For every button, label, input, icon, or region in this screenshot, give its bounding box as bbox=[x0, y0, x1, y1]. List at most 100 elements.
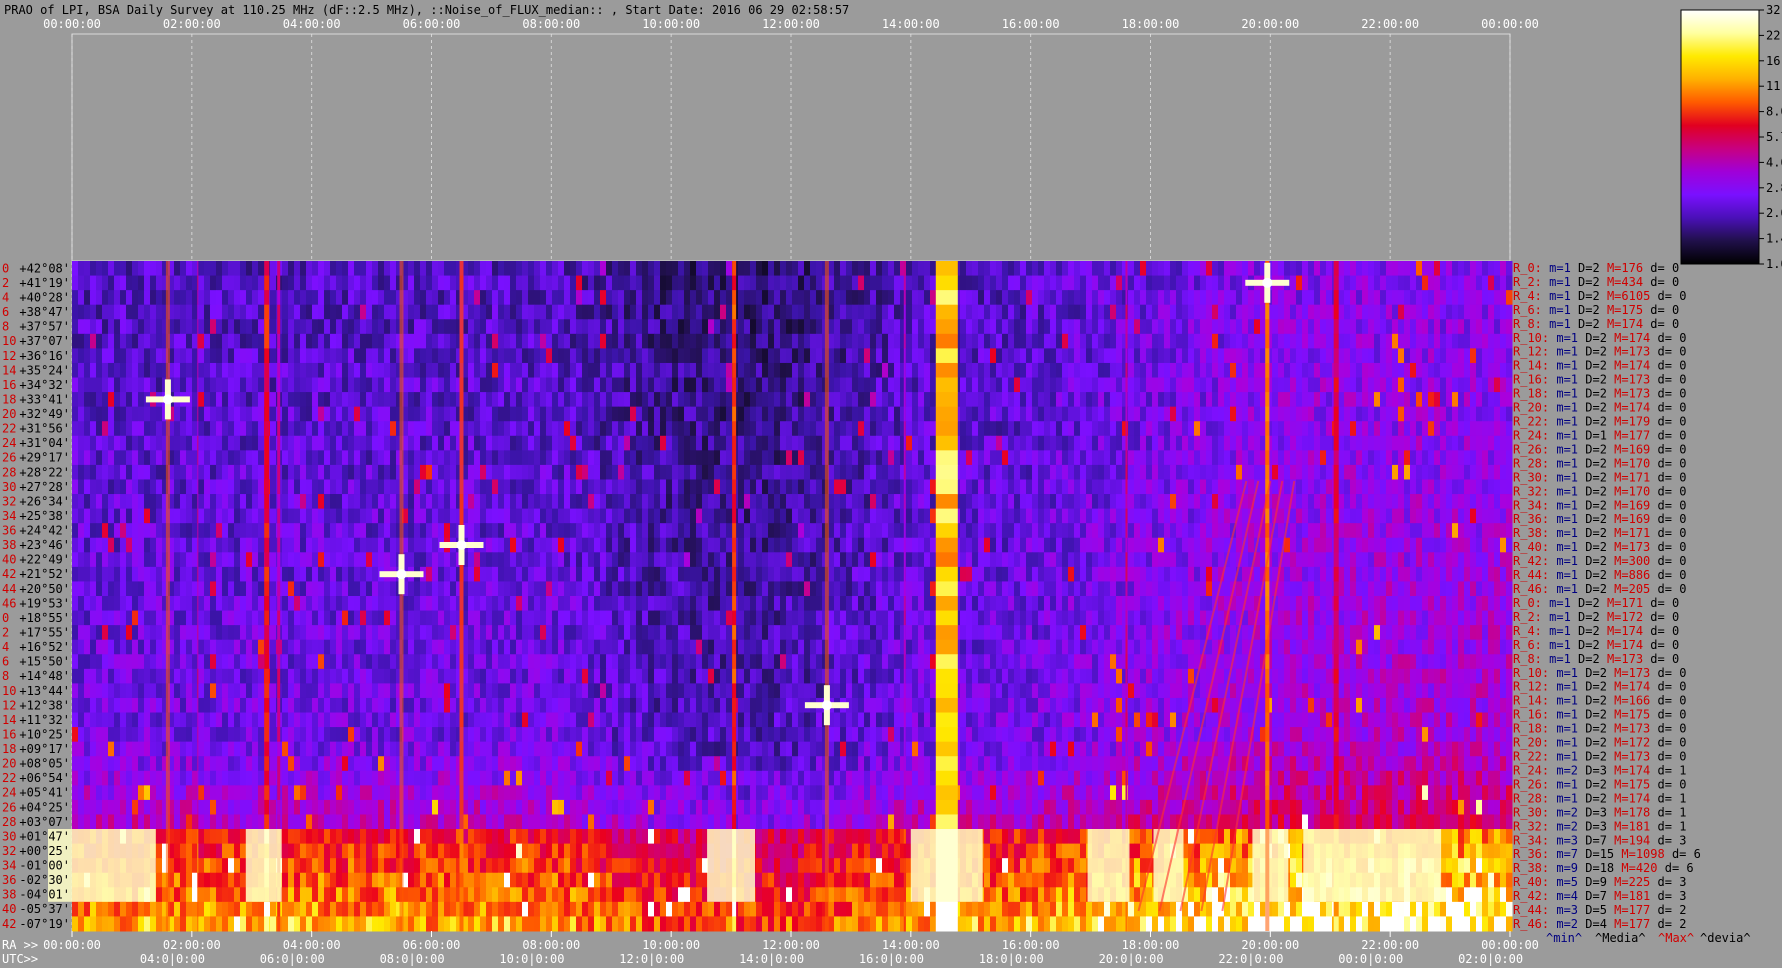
heatmap-cell bbox=[870, 523, 877, 539]
heatmap-cell bbox=[1476, 319, 1483, 335]
heatmap-cell bbox=[678, 333, 685, 349]
heatmap-cell bbox=[366, 304, 373, 320]
heatmap-cell bbox=[648, 537, 655, 553]
heatmap-cell bbox=[918, 537, 925, 553]
heatmap-cell bbox=[132, 290, 139, 306]
heatmap-cell bbox=[540, 377, 547, 393]
heatmap-cell bbox=[708, 464, 715, 480]
heatmap-cell bbox=[138, 464, 145, 480]
heatmap-cell bbox=[306, 537, 313, 553]
heatmap-cell bbox=[1098, 261, 1105, 277]
heatmap-cell bbox=[186, 348, 193, 364]
heatmap-cell bbox=[894, 479, 901, 495]
heatmap-cell bbox=[870, 304, 877, 320]
heatmap-cell bbox=[1380, 537, 1387, 553]
heatmap-cell bbox=[486, 494, 493, 510]
heatmap-cell bbox=[1320, 290, 1327, 306]
heatmap-cell bbox=[1440, 319, 1447, 335]
heatmap-cell bbox=[408, 362, 415, 379]
heatmap-cell bbox=[990, 348, 997, 364]
heatmap-cell bbox=[594, 537, 601, 553]
heatmap-cell bbox=[912, 304, 919, 320]
heatmap-cell bbox=[1308, 304, 1315, 320]
heatmap-cell bbox=[1494, 392, 1501, 408]
heatmap-cell bbox=[300, 319, 307, 335]
heatmap-cell bbox=[252, 508, 259, 524]
heatmap-cell bbox=[1284, 348, 1291, 364]
heatmap-cell bbox=[282, 523, 289, 539]
heatmap-cell bbox=[354, 377, 361, 393]
heatmap-cell bbox=[1170, 464, 1177, 480]
heatmap-cell bbox=[1026, 421, 1033, 437]
heatmap-cell bbox=[1398, 275, 1405, 291]
heatmap-cell bbox=[840, 435, 847, 451]
heatmap-cell bbox=[876, 479, 883, 495]
heatmap-cell bbox=[1464, 421, 1471, 437]
heatmap-cell bbox=[1452, 464, 1459, 480]
heatmap-cell bbox=[864, 523, 871, 539]
heatmap-cell bbox=[1020, 333, 1027, 349]
heatmap-cell bbox=[636, 362, 643, 379]
heatmap-cell bbox=[1170, 333, 1177, 349]
heatmap-cell bbox=[984, 261, 991, 277]
heatmap-cell bbox=[858, 479, 865, 495]
heatmap-cell bbox=[222, 435, 229, 451]
heatmap-cell bbox=[150, 333, 157, 349]
heatmap-cell bbox=[108, 552, 115, 568]
heatmap-cell bbox=[1200, 333, 1207, 349]
heatmap-cell bbox=[1206, 464, 1213, 480]
heatmap-cell bbox=[648, 421, 655, 437]
heatmap-cell bbox=[1362, 421, 1369, 437]
heatmap-cell bbox=[786, 464, 793, 480]
heatmap-cell bbox=[786, 494, 793, 510]
heatmap-cell bbox=[1314, 537, 1321, 553]
heatmap-cell bbox=[1284, 362, 1291, 379]
heatmap-cell bbox=[1194, 261, 1201, 277]
heatmap-cell bbox=[444, 362, 451, 379]
heatmap-cell bbox=[270, 406, 277, 422]
heatmap-cell bbox=[1092, 348, 1099, 364]
heatmap-cell bbox=[498, 377, 505, 393]
heatmap-cell bbox=[1224, 362, 1231, 379]
heatmap-cell bbox=[1482, 464, 1489, 480]
heatmap-cell bbox=[108, 319, 115, 335]
heatmap-cell bbox=[594, 479, 601, 495]
heatmap-cell bbox=[252, 435, 259, 451]
heatmap-cell bbox=[1314, 319, 1321, 335]
heatmap-cell bbox=[1134, 450, 1141, 466]
heatmap-cell bbox=[108, 348, 115, 364]
heatmap-cell bbox=[618, 450, 625, 466]
heatmap-cell bbox=[102, 552, 109, 568]
heatmap-cell bbox=[636, 261, 643, 277]
heatmap-cell bbox=[288, 494, 295, 510]
heatmap-cell bbox=[390, 392, 397, 408]
heatmap-cell bbox=[120, 523, 127, 539]
heatmap-cell bbox=[1128, 464, 1135, 480]
heatmap-cell bbox=[492, 406, 499, 422]
heatmap-cell bbox=[672, 479, 679, 495]
heatmap-cell bbox=[984, 392, 991, 408]
heatmap-cell bbox=[96, 377, 103, 393]
heatmap-cell bbox=[738, 377, 745, 393]
heatmap-cell bbox=[1098, 348, 1105, 364]
heatmap-cell bbox=[1122, 537, 1129, 553]
heatmap-cell bbox=[702, 377, 709, 393]
heatmap-cell bbox=[408, 508, 415, 524]
heatmap-cell bbox=[78, 450, 85, 466]
heatmap-cell bbox=[786, 348, 793, 364]
heatmap-cell bbox=[594, 552, 601, 568]
heatmap-cell bbox=[222, 348, 229, 364]
heatmap-cell bbox=[678, 479, 685, 495]
heatmap-cell bbox=[84, 392, 91, 408]
heatmap-cell bbox=[1314, 392, 1321, 408]
heatmap-cell bbox=[1356, 435, 1363, 451]
heatmap-cell bbox=[1050, 377, 1057, 393]
heatmap-cell bbox=[144, 290, 151, 306]
heatmap-cell bbox=[864, 348, 871, 364]
heatmap-cell bbox=[1440, 450, 1447, 466]
heatmap-cell bbox=[702, 435, 709, 451]
heatmap-cell bbox=[756, 392, 763, 408]
heatmap-cell bbox=[1128, 435, 1135, 451]
heatmap-cell bbox=[870, 450, 877, 466]
heatmap-cell bbox=[432, 406, 439, 422]
